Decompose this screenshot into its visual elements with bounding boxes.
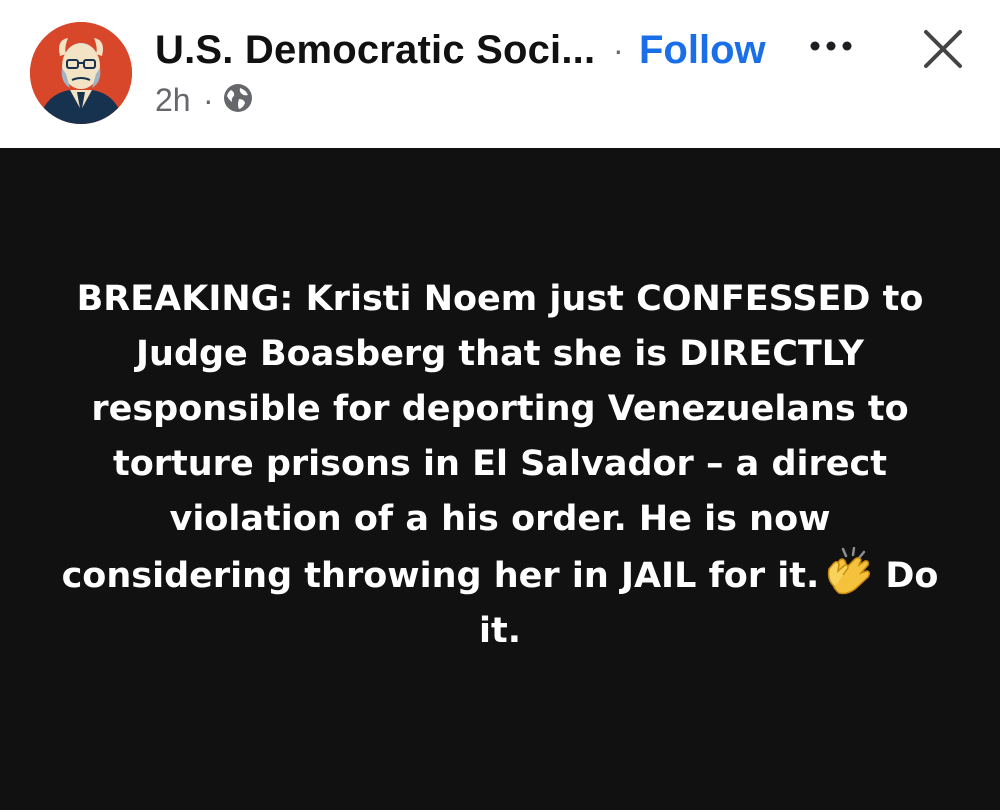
name-separator: · xyxy=(613,32,624,68)
close-icon[interactable] xyxy=(918,24,968,74)
avatar-portrait-image xyxy=(30,22,132,124)
post-text: BREAKING: Kristi Noem just CONFESSED to … xyxy=(60,272,940,659)
follow-button[interactable]: Follow xyxy=(639,28,766,73)
post-content: BREAKING: Kristi Noem just CONFESSED to … xyxy=(0,148,1000,810)
time-separator: · xyxy=(203,82,214,118)
clapping-hands-emoji xyxy=(825,546,877,597)
post-header: U.S. Democratic Soci... · Follow 2h · xyxy=(0,0,1000,148)
avatar[interactable] xyxy=(30,22,132,124)
post-text-main: BREAKING: Kristi Noem just CONFESSED to … xyxy=(61,279,924,596)
globe-icon xyxy=(222,82,254,114)
post-time[interactable]: 2h xyxy=(155,82,191,119)
page-name[interactable]: U.S. Democratic Soci... xyxy=(155,28,595,73)
more-options-icon[interactable] xyxy=(805,34,857,58)
